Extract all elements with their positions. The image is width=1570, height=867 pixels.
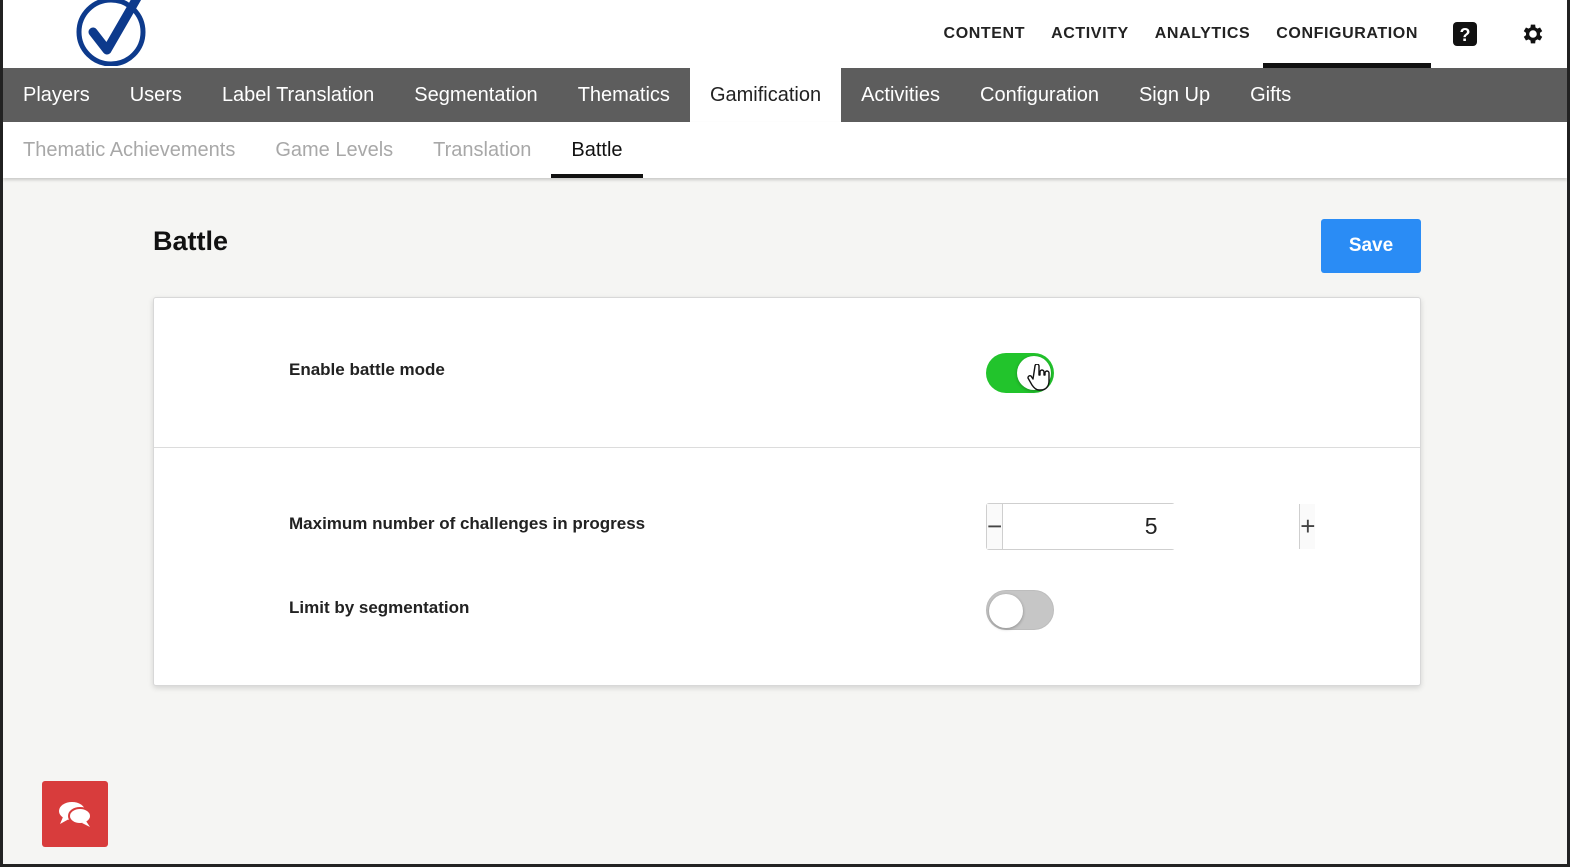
main-nav-activities[interactable]: Activities: [841, 68, 960, 122]
limit-by-segmentation-toggle[interactable]: [986, 590, 1054, 630]
main-nav: Players Users Label Translation Segmenta…: [3, 68, 1567, 122]
save-button[interactable]: Save: [1321, 219, 1421, 273]
sub-nav-game-levels[interactable]: Game Levels: [255, 122, 413, 178]
sub-nav: Thematic Achievements Game Levels Transl…: [3, 122, 1567, 178]
enable-battle-mode-label: Enable battle mode: [289, 360, 445, 379]
chat-bubbles-icon: [59, 802, 92, 827]
logo-check-icon[interactable]: [75, 0, 147, 67]
main-nav-label-translation[interactable]: Label Translation: [202, 68, 394, 122]
top-bar: CONTENT ACTIVITY ANALYTICS CONFIGURATION…: [3, 0, 1567, 68]
increment-button[interactable]: +: [1300, 504, 1316, 549]
gear-icon[interactable]: [1499, 0, 1567, 68]
top-nav-analytics[interactable]: ANALYTICS: [1142, 0, 1264, 68]
top-nav-activity[interactable]: ACTIVITY: [1038, 0, 1142, 68]
main-nav-configuration[interactable]: Configuration: [960, 68, 1119, 122]
chat-button[interactable]: [42, 781, 108, 847]
page-title: Battle: [153, 226, 229, 256]
svg-text:?: ?: [1460, 25, 1471, 45]
main-nav-sign-up[interactable]: Sign Up: [1119, 68, 1230, 122]
max-challenges-stepper: − +: [986, 503, 1316, 550]
main-nav-gifts[interactable]: Gifts: [1230, 68, 1311, 122]
main-nav-players[interactable]: Players: [3, 68, 110, 122]
hand-pointer-cursor-icon: [1027, 363, 1051, 392]
max-challenges-input[interactable]: [1002, 504, 1301, 549]
main-nav-segmentation[interactable]: Segmentation: [394, 68, 557, 122]
limit-by-segmentation-label: Limit by segmentation: [289, 598, 470, 617]
main-nav-users[interactable]: Users: [110, 68, 202, 122]
help-icon[interactable]: ?: [1431, 0, 1499, 68]
battle-settings-card: Enable battle mode Maximum number of cha…: [153, 297, 1421, 686]
sub-nav-battle[interactable]: Battle: [551, 122, 643, 178]
main-nav-gamification[interactable]: Gamification: [689, 68, 842, 122]
sub-nav-translation[interactable]: Translation: [413, 122, 551, 178]
max-challenges-label: Maximum number of challenges in progress: [289, 514, 646, 533]
decrement-button[interactable]: −: [987, 504, 1003, 549]
main-nav-thematics[interactable]: Thematics: [558, 68, 690, 122]
sub-nav-thematic-achievements[interactable]: Thematic Achievements: [3, 122, 255, 178]
toggle-knob: [989, 594, 1023, 628]
top-nav-configuration[interactable]: CONFIGURATION: [1263, 0, 1431, 68]
top-nav: CONTENT ACTIVITY ANALYTICS CONFIGURATION…: [931, 0, 1567, 68]
top-nav-content[interactable]: CONTENT: [931, 0, 1039, 68]
card-divider: [154, 447, 1420, 448]
